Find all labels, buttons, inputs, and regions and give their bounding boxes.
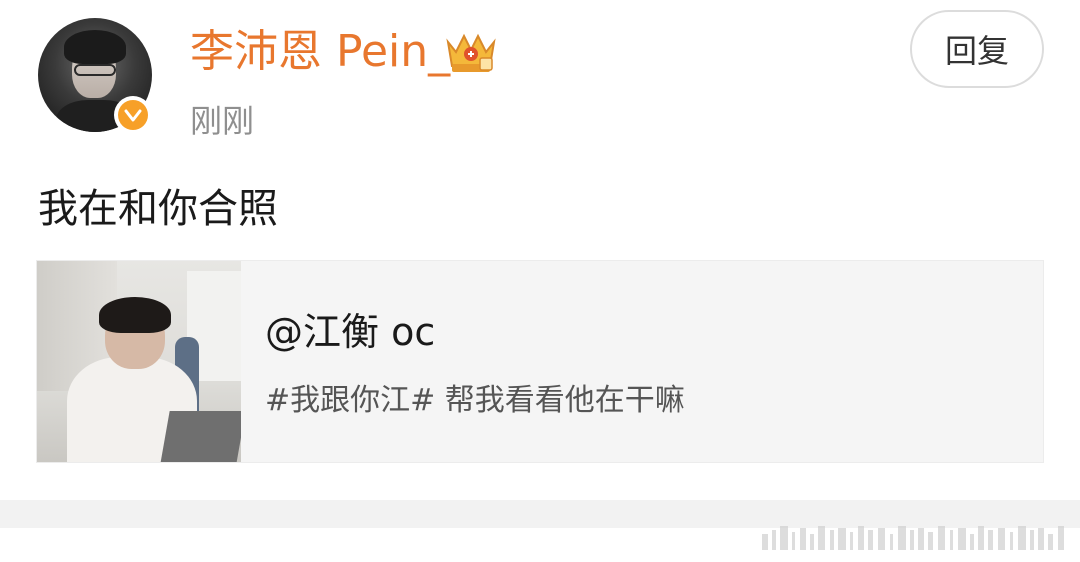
quoted-post-card[interactable]: @江衡 oc #我跟你江# 帮我看看他在干嘛 <box>36 260 1044 463</box>
post-text: 我在和你合照 <box>38 186 278 232</box>
watermark-strip <box>762 526 1064 550</box>
author-name[interactable]: 李沛恩 Pein_ <box>190 24 450 80</box>
quoted-mention[interactable]: @江衡 oc <box>265 307 435 357</box>
thumb-laptop <box>160 411 241 462</box>
check-v-icon <box>124 109 142 122</box>
photo-thumbnail[interactable] <box>37 261 241 462</box>
thumb-person-hair <box>99 297 171 333</box>
reply-button[interactable]: 回复 <box>910 10 1044 88</box>
quoted-text: #我跟你江# 帮我看看他在干嘛 <box>265 383 685 418</box>
verified-badge-inner <box>118 100 148 130</box>
crown-icon <box>446 33 496 72</box>
verified-badge-icon <box>114 96 152 134</box>
weibo-post: 李沛恩 Pein_ 刚刚 回复 我在和你合照 @江衡 oc #我跟你江# 帮我看… <box>0 0 1080 562</box>
avatar-glasses <box>74 64 116 76</box>
post-timestamp: 刚刚 <box>190 102 255 140</box>
avatar-hair <box>64 30 126 64</box>
